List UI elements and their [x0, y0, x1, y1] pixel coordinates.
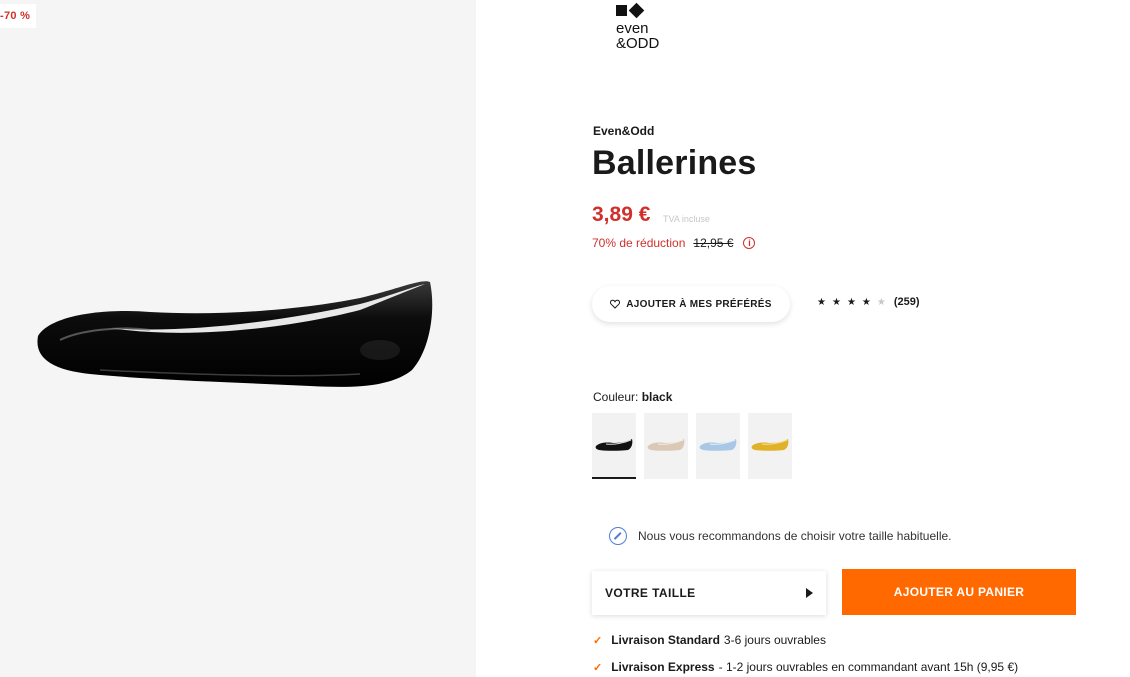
brand-logo[interactable]: even &ODD [616, 2, 676, 52]
info-icon[interactable]: i [743, 237, 756, 249]
ballerina-thumbnail-icon [595, 439, 633, 451]
ballerina-thumbnail-icon [699, 439, 737, 451]
size-select[interactable]: VOTRE TAILLE [592, 571, 826, 615]
discount-flag: -70 % [0, 4, 37, 28]
selected-color: black [641, 390, 673, 404]
star-icon: ★ [861, 296, 871, 308]
product-price: 3,89 € [592, 203, 651, 226]
size-select-label: VOTRE TAILLE [605, 586, 696, 600]
delivery-standard: ✓ Livraison Standard 3-6 jours ouvrables [593, 633, 826, 647]
ruler-icon [609, 527, 627, 545]
reduction-text: 70% de réduction [592, 236, 686, 250]
ballerina-thumbnail-icon [751, 439, 789, 451]
star-icon: ★ [817, 296, 826, 308]
logo-line2: &ODD [616, 35, 660, 52]
color-label-text: Couleur: [593, 390, 639, 404]
check-icon: ✓ [593, 661, 603, 674]
delivery-express: ✓ Livraison Express - 1-2 jours ouvrable… [593, 660, 1018, 674]
delivery-title: Livraison Standard [611, 633, 720, 647]
ballerina-thumbnail-icon [647, 439, 685, 451]
color-swatches [592, 413, 800, 479]
product-title: Ballerines [592, 144, 757, 182]
old-price: 12,95 € [693, 236, 734, 250]
check-icon: ✓ [593, 634, 603, 647]
add-to-cart-button[interactable]: AJOUTER AU PANIER [842, 569, 1076, 615]
color-label: Couleur: black [593, 390, 672, 404]
delivery-detail: - 1-2 jours ouvrables en commandant avan… [718, 660, 1019, 674]
star-empty-icon: ★ [876, 296, 886, 308]
size-advice-text: Nous vous recommandons de choisir votre … [638, 529, 952, 543]
product-gallery: -70 % [0, 0, 476, 677]
product-panel: even &ODD Even&Odd Ballerines 3,89 € TVA… [476, 0, 1130, 677]
favorites-label: AJOUTER À MES PRÉFÉRÉS [626, 298, 772, 310]
swatch-yellow[interactable] [748, 413, 792, 479]
product-image[interactable] [30, 270, 440, 410]
swatch-black[interactable] [592, 413, 636, 479]
heart-icon [610, 299, 621, 309]
delivery-detail: 3-6 jours ouvrables [723, 633, 826, 647]
delivery-title: Livraison Express [611, 660, 715, 674]
rating[interactable]: ★ ★ ★ ★ ★ (259) [817, 296, 920, 308]
rating-count: (259) [893, 296, 920, 308]
chevron-right-icon [806, 588, 813, 598]
reduction-line: 70% de réduction 12,95 € i [592, 236, 756, 250]
size-advice: Nous vous recommandons de choisir votre … [609, 527, 952, 545]
add-to-favorites-button[interactable]: AJOUTER À MES PRÉFÉRÉS [592, 286, 790, 322]
swatch-beige[interactable] [644, 413, 688, 479]
vat-note: TVA incluse [663, 214, 710, 224]
swatch-light-blue[interactable] [696, 413, 740, 479]
product-brand[interactable]: Even&Odd [593, 124, 654, 138]
star-icon: ★ [846, 296, 856, 308]
star-icon: ★ [831, 296, 841, 308]
